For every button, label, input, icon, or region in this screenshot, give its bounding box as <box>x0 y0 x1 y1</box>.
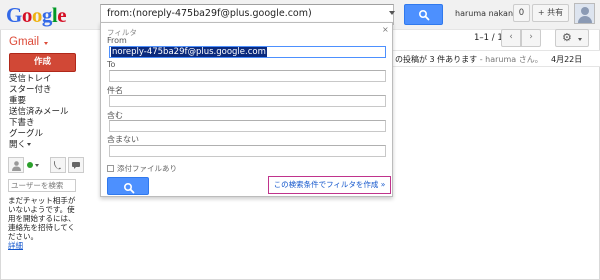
chevron-left-icon: ‹ <box>509 32 513 42</box>
previous-page-button[interactable]: ‹ <box>501 29 521 47</box>
chevron-down-icon[interactable] <box>44 42 48 45</box>
has-attachment-option[interactable]: 添付ファイルあり <box>107 163 177 174</box>
person-icon <box>12 161 21 171</box>
avatar-body-shape <box>578 16 592 23</box>
from-field-value: noreply-475ba29f@plus.google.com <box>111 47 267 57</box>
excludes-label: 含まない <box>107 135 139 144</box>
has-attachment-label: 添付ファイルあり <box>117 164 177 173</box>
video-chat-button[interactable] <box>68 157 84 173</box>
chevron-down-icon <box>27 143 32 146</box>
pagination-count: 1–1 / 1 <box>474 33 503 43</box>
chat-search-input[interactable] <box>8 179 76 192</box>
gear-icon: ⚙ <box>562 31 572 44</box>
create-filter-link[interactable]: この検索条件でフィルタを作成 » <box>268 176 391 194</box>
sidebar-item-sent[interactable]: 送信済みメール <box>9 107 69 118</box>
logo-letter: e <box>57 3 67 27</box>
search-icon <box>123 182 135 194</box>
gmail-menu-label[interactable]: Gmail <box>9 36 39 48</box>
chat-contacts-button[interactable] <box>8 157 24 173</box>
sidebar-item-starred[interactable]: スター付き <box>9 85 69 96</box>
search-button[interactable] <box>404 4 443 25</box>
chat-bubble-icon <box>72 162 80 169</box>
google-logo[interactable]: Google <box>6 3 67 28</box>
chat-more-link[interactable]: 詳細 <box>8 241 23 250</box>
settings-button[interactable]: ⚙ <box>555 29 589 47</box>
compose-button[interactable]: 作成 <box>9 53 76 72</box>
mail-date: 4月22日 <box>551 55 583 64</box>
from-label: From <box>107 36 127 45</box>
table-row[interactable]: の投稿が 3 件あります - haruma さん。 4月22日 <box>393 50 600 67</box>
chat-help-text: まだチャット相手がいないようです。使用を開始するには、連絡先を招待してください。… <box>8 196 80 250</box>
sidebar-item-more[interactable]: 開く <box>9 140 69 151</box>
chevron-right-icon: › <box>529 32 533 42</box>
has-words-field[interactable] <box>109 120 386 132</box>
chat-help-message: まだチャット相手がいないようです。使用を開始するには、連絡先を招待してください。 <box>8 196 76 241</box>
chevron-down-icon <box>578 38 582 41</box>
avatar-head-shape <box>581 7 589 15</box>
filter-search-button[interactable] <box>107 177 149 195</box>
to-field[interactable] <box>109 70 386 82</box>
to-label: To <box>107 60 116 69</box>
filter-panel: フィルタ × From noreply-475ba29f@plus.google… <box>100 22 393 197</box>
chevron-down-icon[interactable] <box>35 164 39 167</box>
has-attachment-checkbox[interactable] <box>107 165 114 172</box>
user-name[interactable]: haruma nakano <box>455 9 518 18</box>
mail-snippet-text: の投稿が 3 件あります <box>395 55 478 64</box>
sidebar-nav: 受信トレイ スター付き 重要 送信済みメール 下書き グーグル 開く <box>9 74 69 151</box>
sidebar-item-inbox[interactable]: 受信トレイ <box>9 74 69 85</box>
sidebar-item-important[interactable]: 重要 <box>9 96 69 107</box>
search-icon <box>418 9 430 21</box>
phone-icon <box>53 161 61 170</box>
logo-letter: G <box>6 3 22 27</box>
subject-field[interactable] <box>109 95 386 107</box>
mail-snippet: の投稿が 3 件あります - haruma さん。 <box>395 54 543 65</box>
sidebar-item-drafts[interactable]: 下書き <box>9 118 69 129</box>
sidebar-item-google[interactable]: グーグル <box>9 129 69 140</box>
excludes-field[interactable] <box>109 145 386 157</box>
chat-toolbar <box>8 157 84 174</box>
status-dot-icon[interactable] <box>27 162 33 168</box>
notification-count-badge[interactable]: 0 <box>513 4 530 22</box>
logo-letter: o <box>31 3 43 27</box>
logo-letter: o <box>21 3 33 27</box>
next-page-button[interactable]: › <box>521 29 541 47</box>
avatar[interactable] <box>574 3 595 24</box>
mail-snippet-sender: - haruma さん。 <box>477 55 543 64</box>
sidebar-item-more-label: 開く <box>9 140 27 150</box>
phone-button[interactable] <box>50 157 66 173</box>
share-button[interactable]: + 共有 <box>532 4 569 22</box>
logo-letter: g <box>41 3 53 27</box>
from-field[interactable]: noreply-475ba29f@plus.google.com <box>109 46 386 58</box>
close-icon[interactable]: × <box>382 25 389 34</box>
search-options-arrow-icon[interactable] <box>389 11 395 15</box>
